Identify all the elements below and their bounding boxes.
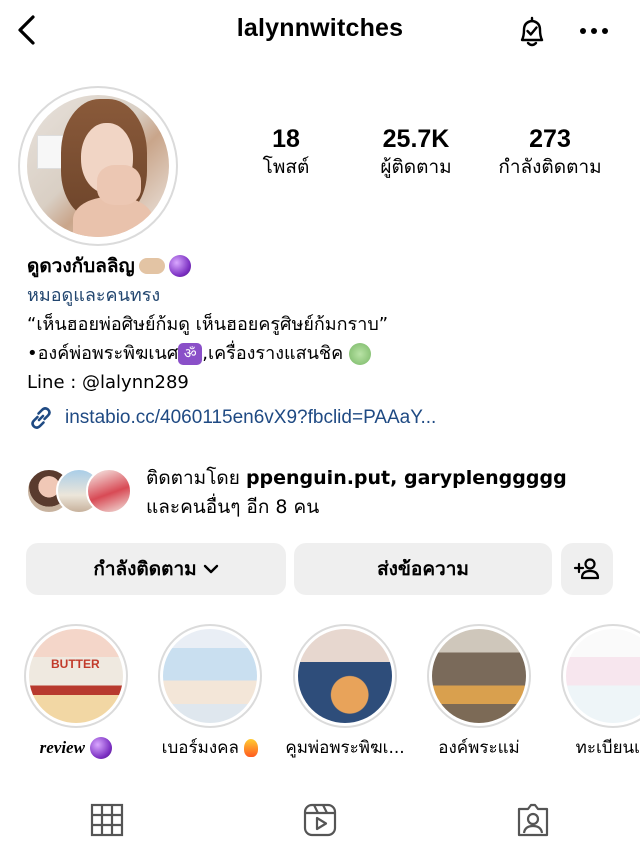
following-button[interactable]: กำลังติดตาม [26, 543, 286, 595]
highlight-cover [432, 629, 526, 723]
more-horizontal-icon [580, 28, 608, 34]
followed-by-suffix: และคนอื่นๆ อีก 8 คน [146, 496, 320, 518]
profile-category: หมอดูและคนทรง [27, 285, 161, 306]
om-icon: ॐ [178, 343, 203, 365]
hand-emoji-icon [138, 258, 165, 274]
highlight-label-text: เบอร์มงคล [161, 738, 239, 758]
stat-posts-label: โพสต์ [262, 156, 310, 178]
crystal-ball-icon [168, 255, 191, 277]
highlight-label-text: องค์พระแม่ [438, 738, 520, 758]
back-button[interactable] [12, 12, 42, 48]
message-button-label: ส่งข้อความ [377, 558, 469, 580]
stat-posts[interactable]: 18 โพสต์ [230, 124, 342, 180]
display-name-text: ดูดวงกับลลิญ [27, 255, 135, 277]
profile-tab-bar [0, 790, 640, 853]
stat-following-label: กำลังติดตาม [498, 156, 602, 178]
grid-icon [90, 803, 124, 837]
profile-avatar-ring[interactable] [18, 86, 178, 246]
bio-line-quote: “เห็นฮอยพ่อศิษย์ก้มดู เห็นฮอยครูศิษย์ก้ม… [27, 314, 389, 335]
highlight-cover-text: BUTTER [51, 657, 100, 671]
reels-icon [303, 803, 337, 837]
fairy-emoji-icon [348, 343, 371, 365]
stat-posts-value: 18 [272, 125, 300, 153]
highlight-ring: BUTTER [24, 624, 128, 728]
highlight-cover: BUTTER [29, 629, 123, 723]
bio-line-ganesh: •องค์พ่อพระพิฆเนศ ॐ ,เครื่องรางแสนชิค [27, 339, 627, 368]
highlight-review[interactable]: BUTTER review [16, 624, 136, 760]
bio-link[interactable]: instabio.cc/4060115en6vX9?fbclid=PAAaY..… [27, 403, 627, 433]
tab-reels[interactable] [298, 798, 342, 842]
followed-by-names: ppenguin.put, garyplenggggg [245, 467, 567, 489]
following-button-label: กำลังติดตาม [93, 558, 197, 580]
profile-display-name: ดูดวงกับลลิญ [27, 250, 627, 282]
followed-by-prefix: ติดตามโดย [146, 467, 246, 489]
highlight-label-text: review [39, 738, 85, 757]
followed-by-section[interactable]: ติดตามโดย ppenguin.put, garyplenggggg แล… [26, 464, 626, 524]
highlight-cover [566, 629, 640, 723]
highlight-cover [298, 629, 392, 723]
stat-followers-label: ผู้ติดตาม [380, 156, 452, 178]
chevron-left-icon [18, 15, 35, 45]
followed-by-text: ติดตามโดย ppenguin.put, garyplenggggg แล… [146, 464, 626, 522]
bio-line-contact: Line : @lalynn289 [27, 372, 189, 393]
highlight-lucky-number[interactable]: เบอร์มงคล [150, 624, 270, 760]
story-highlights: BUTTER review เบอร์มงคล คูมพ่อพระพิฆเ...… [0, 624, 640, 764]
highlight-license-plate[interactable]: ทะเบียนเฮ [553, 624, 640, 760]
highlight-label-text: คูมพ่อพระพิฆเ... [285, 738, 405, 758]
highlight-cover [163, 629, 257, 723]
profile-bio: ดูดวงกับลลิญ หมอดูและคนทรง “เห็นฮอยพ่อศิ… [27, 250, 627, 433]
bio-line-ganesh-prefix: •องค์พ่อพระพิฆเนศ [27, 343, 179, 364]
mutual-avatar [86, 468, 132, 514]
highlight-label-text: ทะเบียนเฮ [575, 738, 640, 758]
crystal-ball-icon [90, 737, 113, 759]
highlight-ring [561, 624, 640, 728]
highlight-ring [427, 624, 531, 728]
bio-link-text: instabio.cc/4060115en6vX9?fbclid=PAAaY..… [65, 407, 437, 428]
stat-following-value: 273 [529, 125, 571, 153]
stat-followers-value: 25.7K [382, 125, 450, 153]
tab-tagged[interactable] [511, 798, 555, 842]
stat-followers[interactable]: 25.7K ผู้ติดตาม [360, 124, 472, 180]
bio-line-ganesh-suffix: ,เครื่องรางแสนชิค [202, 343, 344, 364]
tagged-icon [517, 803, 549, 837]
highlight-label: review [16, 736, 136, 760]
mutual-avatars [26, 468, 134, 516]
bell-check-icon [520, 16, 544, 47]
add-user-icon [573, 558, 600, 580]
notification-bell-button[interactable] [512, 12, 552, 52]
highlight-ring [293, 624, 397, 728]
fire-icon [244, 739, 259, 757]
more-options-button[interactable] [574, 14, 614, 48]
highlight-label: เบอร์มงคล [150, 736, 270, 760]
avatar-hand [97, 165, 141, 205]
highlight-ganesh[interactable]: คูมพ่อพระพิฆเ... [285, 624, 405, 760]
message-button[interactable]: ส่งข้อความ [294, 543, 552, 595]
highlight-goddess[interactable]: องค์พระแม่ [419, 624, 539, 760]
chevron-down-icon [203, 564, 218, 574]
add-user-button[interactable] [561, 543, 613, 595]
profile-avatar [27, 95, 169, 237]
highlight-ring [158, 624, 262, 728]
stat-following[interactable]: 273 กำลังติดตาม [482, 124, 618, 180]
tab-posts-grid[interactable] [85, 798, 129, 842]
link-icon [31, 407, 51, 429]
top-bar: lalynnwitches [0, 0, 640, 60]
